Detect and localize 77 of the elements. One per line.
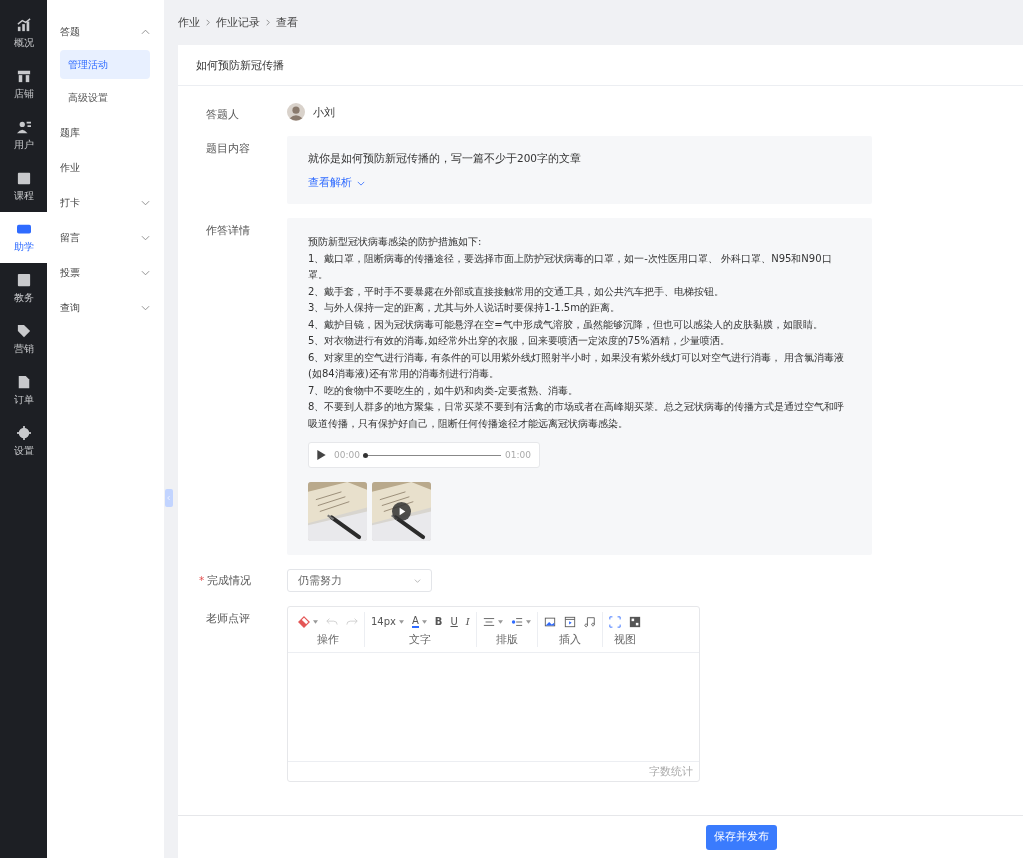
nav-item[interactable]: 店铺 — [0, 59, 47, 110]
required-mark: * — [199, 573, 205, 588]
eraser-icon — [298, 615, 310, 628]
audio-thumb[interactable] — [362, 452, 368, 458]
question-text: 就你是如何预防新冠传播的，写一篇不少于200字的文章 — [308, 152, 582, 166]
chart-icon — [16, 17, 31, 32]
toolbar-group-label: 插入 — [558, 632, 581, 647]
field-label: 作答详情 — [206, 223, 251, 238]
nav-item[interactable]: 订单 — [0, 365, 47, 416]
size-button[interactable]: 14px — [368, 612, 407, 631]
answer-paragraph: 3、与外人保持一定的距离，尤其与外人说话时要保持1-1.5m的距离。 — [308, 301, 621, 315]
breadcrumb-item: 查看 — [276, 15, 298, 30]
completion-select[interactable]: 仍需努力 — [287, 569, 432, 592]
field-label: 老师点评 — [206, 611, 251, 626]
users-icon — [16, 119, 31, 134]
field-label: 完成情况 — [207, 573, 252, 588]
answer-paragraph: 预防新型冠状病毒感染的防护措施如下: — [308, 235, 483, 249]
audio-icon — [583, 615, 596, 628]
align-icon — [482, 615, 495, 628]
breadcrumb-item[interactable]: 作业记录 — [216, 15, 260, 30]
toolbar-group-label: 操作 — [317, 632, 339, 647]
nav-item[interactable]: 概况 — [0, 8, 47, 59]
chevron-icon — [414, 578, 421, 583]
avatar-icon — [287, 103, 305, 121]
submenu-item[interactable]: 题库 — [60, 115, 164, 150]
nav-item[interactable]: 助学 — [0, 212, 47, 263]
save-button[interactable]: 保存并发布 — [706, 824, 777, 850]
toolbar-group-label: 视图 — [613, 632, 636, 647]
analysis-link[interactable]: 查看解析 — [308, 176, 365, 190]
submenu-item[interactable]: 高级设置 — [60, 83, 150, 112]
store-icon — [16, 68, 31, 83]
color-button[interactable]: A — [409, 612, 430, 631]
submenu-item[interactable]: 查询 — [60, 290, 164, 325]
nav-item[interactable]: 用户 — [0, 110, 47, 161]
underline-button[interactable]: U — [447, 612, 461, 631]
submenu-item[interactable]: 留言 — [60, 220, 164, 255]
chevron-icon — [266, 19, 270, 26]
nav-item[interactable]: 课程 — [0, 161, 47, 212]
toolbar-group-label: 排版 — [495, 632, 518, 647]
answer-paragraph: 2、戴手套，平时手不要暴露在外部或直接接触常用的交通工具，如公共汽车把手、电梯按钮。 — [308, 284, 726, 299]
field-label: 答题人 — [206, 107, 240, 122]
layout-icon — [628, 615, 641, 628]
word-count: 字数统计 — [649, 764, 693, 779]
play-icon[interactable] — [392, 502, 411, 521]
submenu-item[interactable]: 投票 — [60, 255, 164, 290]
answerer-name: 小刘 — [313, 104, 335, 120]
indent-icon — [510, 615, 523, 628]
breadcrumb-item[interactable]: 作业 — [178, 15, 200, 30]
doc-icon — [16, 374, 31, 389]
answer-paragraph: 8、不要到人群多的地方聚集，日常买菜不要到有活禽的市场或者在高峰期买菜。总之冠状病毒的传播方式是通过空气和呼吸道传播，只有保护好自己，阻断任何传播途径才能远离冠状病毒感染。 — [308, 400, 846, 431]
chevron-icon — [206, 19, 210, 26]
answer-paragraph: 1、戴口罩，阻断病毒的传播途径，要选择市面上防护冠状病毒的口罩，如一-次性医用口罩、 外科口罩、N95和N90口罩。 — [308, 251, 833, 282]
page-title: 如何预防新冠传播 — [178, 45, 1023, 86]
audio-time: 01:00 — [505, 450, 531, 460]
video-icon — [563, 615, 576, 628]
play-icon[interactable] — [317, 450, 326, 460]
fullscreen-icon — [608, 615, 621, 628]
answer-paragraph: 7、吃的食物中不要吃生的，如牛奶和肉类-定要煮熟、消毒。 — [308, 383, 579, 398]
submenu-item[interactable]: 答题 — [60, 14, 164, 49]
field-label: 题目内容 — [206, 141, 251, 156]
nav-item[interactable]: 教务 — [0, 263, 47, 314]
chevron-icon — [357, 180, 365, 186]
tag-icon — [16, 323, 31, 338]
answer-paragraph: 5、对衣物进行有效的消毒,如经常外出穿的衣服，回来要喷洒一定浓度的75%酒精，少量喷洒。 — [308, 334, 731, 348]
submenu-item[interactable]: 管理活动 — [60, 50, 150, 79]
submenu-item[interactable]: 打卡 — [60, 185, 164, 220]
answer-paragraph: 6、对家里的空气进行消毒, 有条件的可以用紫外线灯照射半小时，如果没有紫外线灯可以对空气进行消毒， 用含氯消毒液(如84消毒液)还有常用的消毒剂进行消毒。 — [308, 350, 845, 381]
audio-time: 00:00 — [334, 450, 360, 460]
collapse-handle[interactable] — [165, 489, 173, 507]
italic-button[interactable]: I — [462, 612, 473, 631]
bold-button[interactable]: B — [431, 612, 446, 631]
nav-item[interactable]: 设置 — [0, 416, 47, 467]
toolbar-group-label: 文字 — [409, 632, 432, 647]
image-icon — [543, 615, 556, 628]
nav-item[interactable]: 营销 — [0, 314, 47, 365]
answer-paragraph: 4、戴护目镜，因为冠状病毒可能悬浮在空=气中形成气溶胶，虽然能够沉降，但也可以感染人的皮肤黏膜，如眼睛。 — [308, 317, 824, 332]
submenu-item[interactable]: 作业 — [60, 150, 164, 185]
